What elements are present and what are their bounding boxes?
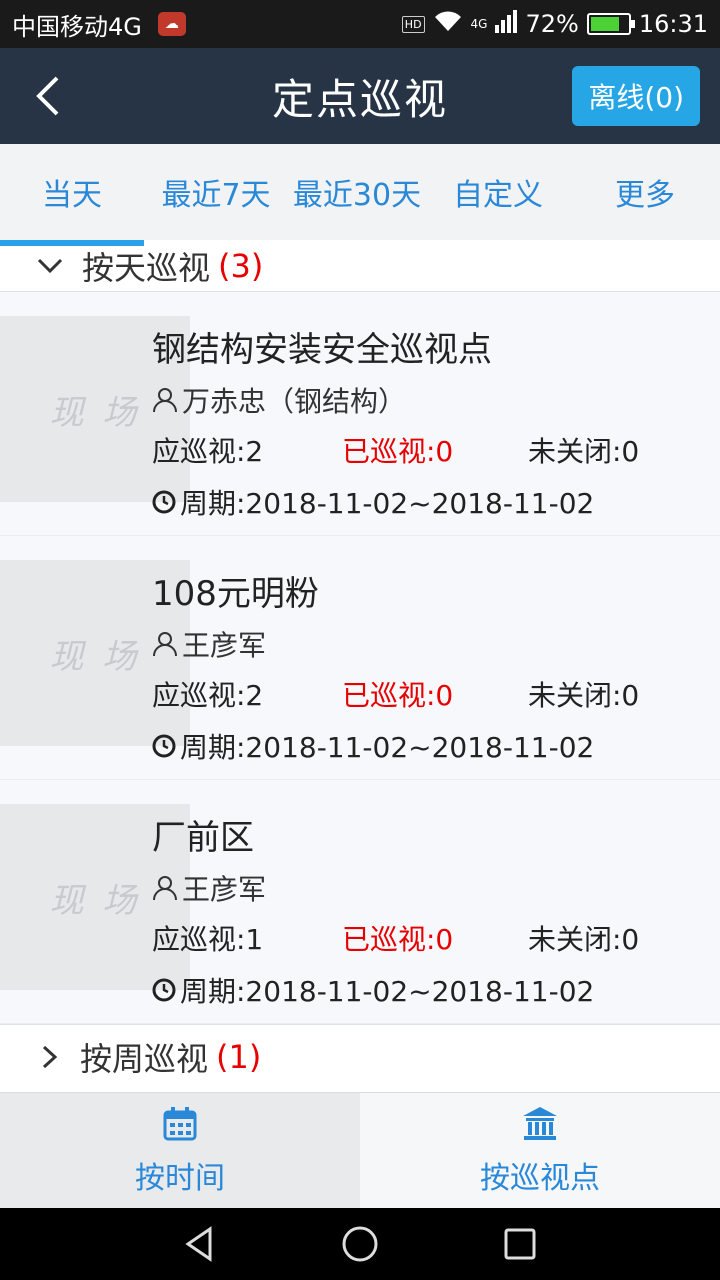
group-label: 按周巡视 xyxy=(80,1039,209,1078)
item-name: 钢结构安装安全巡视点 xyxy=(152,330,492,370)
list-item[interactable]: 现 场 厂前区 王彦军 应巡视:1 已巡视:0 未关闭:0 周期:2018-11… xyxy=(0,780,720,1024)
item-person: 万赤忠（钢结构） xyxy=(152,384,406,416)
inspected: 已巡视:0 xyxy=(342,435,454,468)
nav-by-time[interactable]: 按时间 xyxy=(0,1093,360,1208)
person-name: 万赤忠（钢结构） xyxy=(182,385,407,416)
recents-square-icon[interactable] xyxy=(500,1224,540,1264)
item-name: 厂前区 xyxy=(152,818,254,858)
person-name: 王彦军 xyxy=(182,629,267,660)
tab-indicator xyxy=(0,240,144,246)
unclosed: 未关闭:0 xyxy=(528,679,640,712)
should-inspect: 应巡视:2 xyxy=(152,435,264,468)
unclosed: 未关闭:0 xyxy=(528,923,640,956)
nav-label: 按时间 xyxy=(135,1160,225,1196)
status-bar: 中国移动4G ☁ HD 4G 72% 16:31 xyxy=(0,0,720,48)
calendar-icon xyxy=(163,1106,197,1140)
list-item[interactable]: 现 场 钢结构安装安全巡视点 万赤忠（钢结构） 应巡视:2 已巡视:0 未关闭:… xyxy=(0,292,720,536)
carrier-label: 中国移动4G xyxy=(12,12,142,41)
person-icon xyxy=(153,632,177,657)
home-circle-icon[interactable] xyxy=(340,1224,380,1264)
group-daily-header[interactable]: 按天巡视 (3) xyxy=(0,240,720,292)
back-button[interactable] xyxy=(24,68,72,124)
list-item[interactable]: 现 场 108元明粉 王彦军 应巡视:2 已巡视:0 未关闭:0 周期:2018… xyxy=(0,536,720,780)
inspected: 已巡视:0 xyxy=(342,679,454,712)
item-period: 周期:2018-11-02~2018-11-02 xyxy=(152,482,594,522)
unclosed: 未关闭:0 xyxy=(528,435,640,468)
clock-icon xyxy=(152,978,176,1002)
wifi-icon xyxy=(433,9,463,39)
period-text: 周期:2018-11-02~2018-11-02 xyxy=(180,487,595,520)
status-right: HD 4G 72% 16:31 xyxy=(401,9,708,39)
tab-more[interactable]: 更多 xyxy=(570,170,720,214)
clock-icon xyxy=(152,490,176,514)
chevron-left-icon xyxy=(36,76,59,116)
offline-button[interactable]: 离线(0) xyxy=(572,66,700,126)
group-count: (1) xyxy=(216,1037,262,1076)
back-triangle-icon[interactable] xyxy=(180,1224,220,1264)
period-text: 周期:2018-11-02~2018-11-02 xyxy=(180,731,595,764)
period-text: 周期:2018-11-02~2018-11-02 xyxy=(180,975,595,1008)
inspected: 已巡视:0 xyxy=(342,923,454,956)
group-weekly-header[interactable]: 按周巡视 (1) xyxy=(0,1024,720,1088)
clock-icon xyxy=(152,734,176,758)
battery-icon xyxy=(586,13,635,35)
battery-percent: 72% xyxy=(525,10,579,38)
tab-last-7-days[interactable]: 最近7天 xyxy=(144,170,288,214)
tab-today[interactable]: 当天 xyxy=(0,170,144,214)
signal-icon xyxy=(495,9,518,39)
system-nav-bar xyxy=(0,1208,720,1280)
person-name: 王彦军 xyxy=(182,873,267,904)
group-count: (3) xyxy=(218,246,264,285)
nav-label: 按巡视点 xyxy=(480,1160,600,1196)
item-name: 108元明粉 xyxy=(152,574,319,614)
should-inspect: 应巡视:1 xyxy=(152,923,264,956)
group-label: 按天巡视 xyxy=(82,248,211,287)
chevron-down-icon xyxy=(37,258,63,273)
clock: 16:31 xyxy=(638,10,708,38)
app-header: 定点巡视 离线(0) xyxy=(0,48,720,144)
item-person: 王彦军 xyxy=(152,872,266,904)
cloud-icon: ☁ xyxy=(157,12,186,36)
bottom-nav: 按时间 按巡视点 xyxy=(0,1092,720,1208)
item-period: 周期:2018-11-02~2018-11-02 xyxy=(152,970,594,1010)
item-period: 周期:2018-11-02~2018-11-02 xyxy=(152,726,594,766)
tab-last-30-days[interactable]: 最近30天 xyxy=(288,170,426,214)
person-icon xyxy=(153,876,177,901)
page-title: 定点巡视 xyxy=(271,74,448,124)
person-icon xyxy=(153,388,177,413)
inspection-list: 按天巡视 (3) 现 场 钢结构安装安全巡视点 万赤忠（钢结构） 应巡视:2 已… xyxy=(0,240,720,1092)
tab-custom[interactable]: 自定义 xyxy=(426,170,570,214)
should-inspect: 应巡视:2 xyxy=(152,679,264,712)
date-filter-tabs: 当天 最近7天 最近30天 自定义 更多 xyxy=(0,144,720,240)
network-label: 4G xyxy=(470,17,488,31)
hd-badge: HD xyxy=(401,15,425,33)
item-person: 王彦军 xyxy=(152,628,266,660)
chevron-right-icon xyxy=(42,1045,58,1068)
bank-icon xyxy=(523,1106,557,1140)
nav-by-point[interactable]: 按巡视点 xyxy=(360,1093,720,1208)
